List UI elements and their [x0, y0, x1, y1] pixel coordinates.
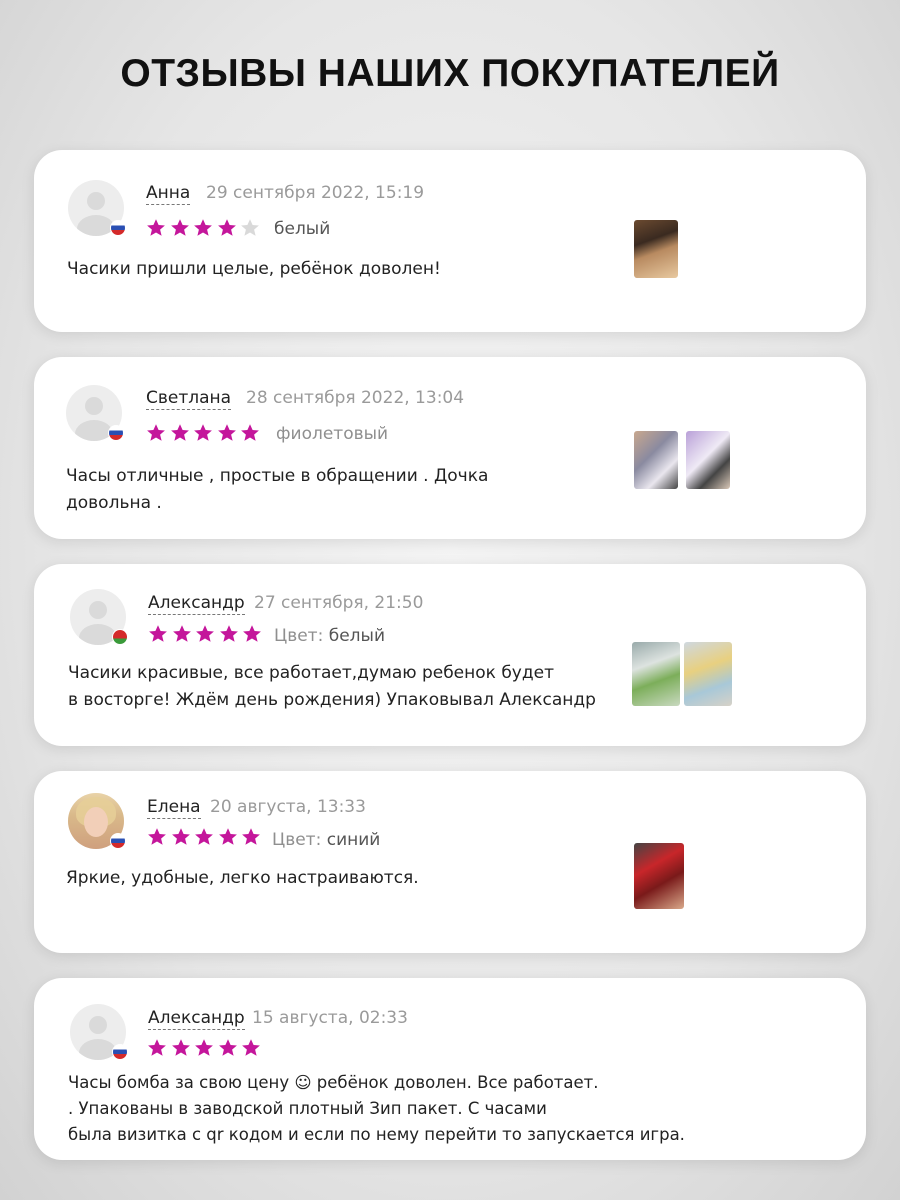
- star-filled-icon: [219, 624, 239, 644]
- star-filled-icon: [217, 423, 237, 443]
- star-filled-icon: [241, 1038, 261, 1058]
- avatar[interactable]: [66, 385, 124, 441]
- star-filled-icon: [240, 423, 260, 443]
- star-filled-icon: [241, 827, 261, 847]
- star-filled-icon: [242, 624, 262, 644]
- review-text: Яркие, удобные, легко настраиваются.: [66, 868, 419, 888]
- star-rating: [146, 423, 264, 445]
- star-filled-icon: [193, 218, 213, 238]
- avatar[interactable]: [70, 589, 128, 645]
- review-photo[interactable]: [634, 431, 678, 489]
- variant-text: белый: [274, 219, 330, 239]
- ru-flag-icon: [110, 833, 126, 849]
- page-title: ОТЗЫВЫ НАШИХ ПОКУПАТЕЛЕЙ: [120, 52, 780, 95]
- star-filled-icon: [147, 827, 167, 847]
- variant-value: белый: [328, 626, 385, 646]
- star-rating: [147, 827, 265, 849]
- ru-flag-icon: [112, 1044, 128, 1060]
- star-filled-icon: [170, 218, 190, 238]
- avatar[interactable]: [70, 1004, 128, 1060]
- reviewer-name[interactable]: Светлана: [146, 388, 232, 410]
- star-filled-icon: [171, 827, 191, 847]
- review-card: Александр 15 августа, 02:33 Часы бомба з…: [34, 978, 866, 1160]
- review-date: 28 сентября 2022, 13:04: [246, 388, 465, 408]
- review-photo[interactable]: [686, 431, 730, 489]
- variant-text: Цвет: белый: [274, 626, 385, 646]
- variant-text: Цвет: синий: [272, 830, 380, 850]
- star-filled-icon: [195, 624, 215, 644]
- variant-value: фиолетовый: [276, 424, 389, 444]
- review-text: Часы отличные , простые в обращении . До…: [66, 466, 489, 513]
- review-card: Анна 29 сентября 2022, 15:19 белый Часик…: [34, 150, 866, 332]
- review-text: Часики пришли целые, ребёнок доволен!: [67, 259, 441, 279]
- star-filled-icon: [170, 423, 190, 443]
- variant-text: фиолетовый: [276, 424, 388, 444]
- star-filled-icon: [147, 1038, 167, 1058]
- reviewer-name[interactable]: Анна: [146, 183, 191, 205]
- avatar[interactable]: [68, 793, 126, 849]
- star-filled-icon: [146, 423, 166, 443]
- star-rating: [147, 1038, 265, 1060]
- review-date: 20 августа, 13:33: [210, 797, 366, 817]
- star-empty-icon: [240, 218, 260, 238]
- ru-flag-icon: [108, 425, 124, 441]
- review-card: Светлана 28 сентября 2022, 13:04 фиолето…: [34, 357, 866, 539]
- variant-label: Цвет:: [274, 626, 329, 646]
- star-rating: [148, 624, 266, 646]
- variant-label: Цвет:: [272, 830, 327, 850]
- avatar[interactable]: [68, 180, 126, 236]
- star-filled-icon: [171, 1038, 191, 1058]
- star-rating: [146, 218, 264, 240]
- review-text: Часики красивые, все работает,думаю ребе…: [68, 663, 596, 710]
- by-flag-icon: [112, 629, 128, 645]
- reviewer-name[interactable]: Елена: [147, 797, 201, 819]
- review-photo[interactable]: [634, 220, 678, 278]
- review-text: Часы бомба за свою цену ☺ ребёнок доволе…: [68, 1073, 685, 1144]
- star-filled-icon: [194, 827, 214, 847]
- review-date: 27 сентября, 21:50: [254, 593, 424, 613]
- reviewer-name[interactable]: Александр: [148, 1008, 245, 1030]
- review-photo[interactable]: [632, 642, 680, 706]
- variant-value: белый: [274, 219, 331, 239]
- star-filled-icon: [218, 827, 238, 847]
- star-filled-icon: [193, 423, 213, 443]
- variant-value: синий: [326, 830, 381, 850]
- star-filled-icon: [218, 1038, 238, 1058]
- star-filled-icon: [172, 624, 192, 644]
- review-photo[interactable]: [634, 843, 684, 909]
- review-card: Александр 27 сентября, 21:50 Цвет: белый…: [34, 564, 866, 746]
- review-date: 15 августа, 02:33: [252, 1008, 408, 1028]
- star-filled-icon: [217, 218, 237, 238]
- ru-flag-icon: [110, 220, 126, 236]
- review-date: 29 сентября 2022, 15:19: [206, 183, 425, 203]
- reviewer-name[interactable]: Александр: [148, 593, 245, 615]
- review-card: Елена 20 августа, 13:33 Цвет: синий Ярки…: [34, 771, 866, 953]
- star-filled-icon: [146, 218, 166, 238]
- star-filled-icon: [194, 1038, 214, 1058]
- review-photo[interactable]: [684, 642, 732, 706]
- star-filled-icon: [148, 624, 168, 644]
